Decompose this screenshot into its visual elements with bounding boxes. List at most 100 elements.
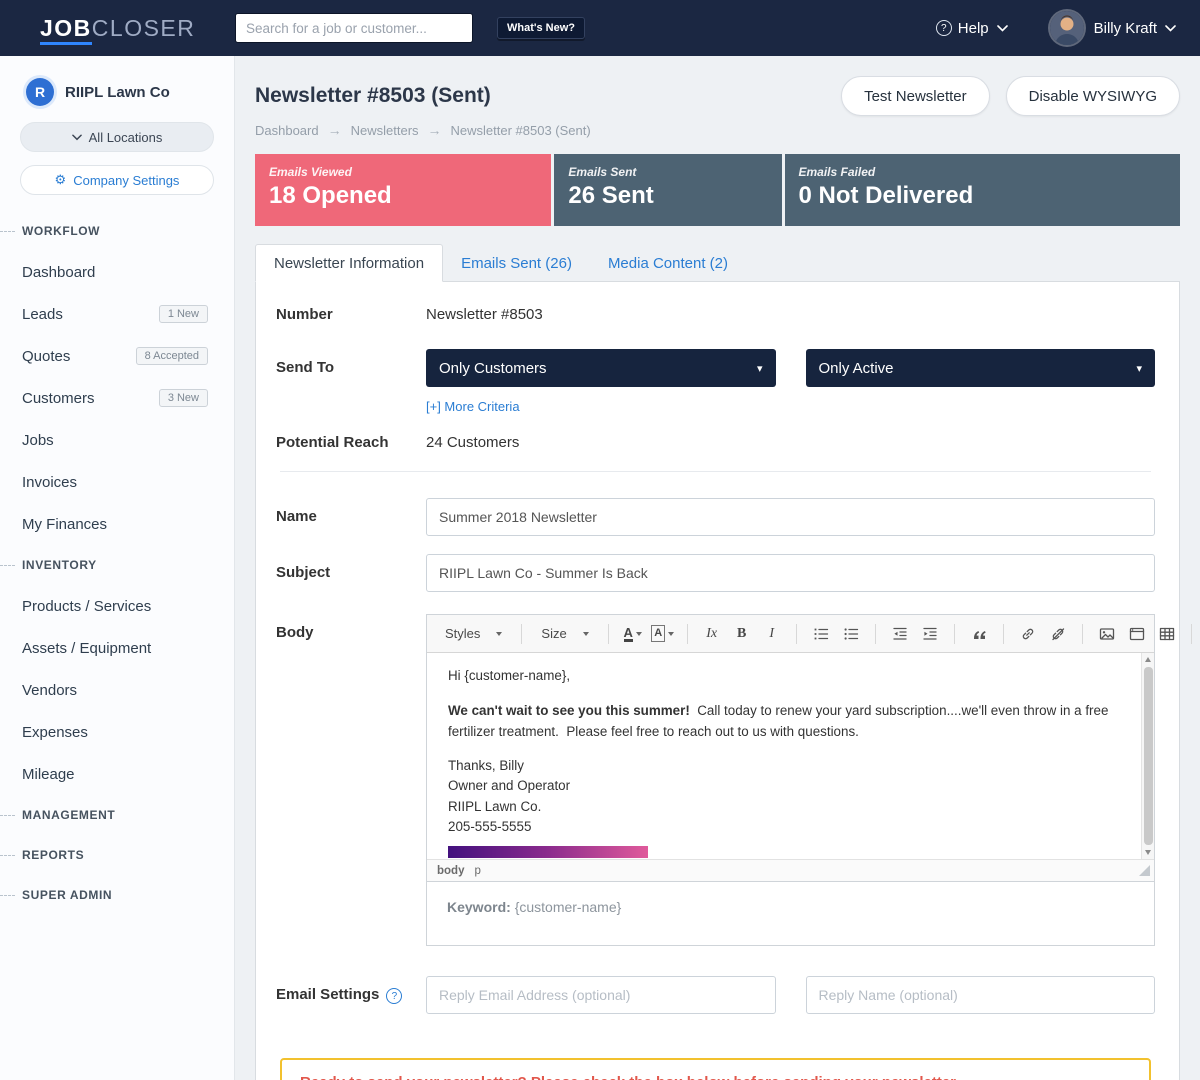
element-path: bodyp <box>437 865 491 877</box>
user-avatar[interactable] <box>1050 11 1084 45</box>
company-header[interactable]: R RIIPL Lawn Co <box>0 56 234 122</box>
tab-media-content[interactable]: Media Content (2) <box>590 245 746 281</box>
size-dropdown[interactable]: Size <box>531 626 598 641</box>
sidebar-item-products-services[interactable]: Products / Services <box>0 585 234 627</box>
newsletter-form-card: Number Newsletter #8503 Send To Only Cus… <box>255 281 1180 1080</box>
quotes-badge: 8 Accepted <box>136 347 208 365</box>
brand-wrap: JOBCLOSER <box>0 15 235 42</box>
bullet-list-button[interactable] <box>838 621 864 647</box>
unlink-button[interactable] <box>1045 621 1071 647</box>
send-warning-banner: Ready to send your newsletter? Please ch… <box>280 1058 1151 1080</box>
editor-content[interactable]: Hi {customer-name}, We can't wait to see… <box>427 653 1154 859</box>
sidebar-item-expenses[interactable]: Expenses <box>0 711 234 753</box>
breadcrumb-newsletters[interactable]: Newsletters <box>351 123 419 138</box>
stats-bar: Emails Viewed 18 Opened Emails Sent 26 S… <box>255 154 1180 226</box>
number-label: Number <box>276 306 426 323</box>
all-locations-dropdown[interactable]: All Locations <box>20 122 214 152</box>
chevron-down-icon <box>997 25 1008 32</box>
more-criteria-link[interactable]: [+] More Criteria <box>426 399 520 414</box>
editor-status-bar: bodyp <box>427 859 1154 881</box>
nav-section-management[interactable]: MANAGEMENT <box>0 795 234 835</box>
page-title: Newsletter #8503 (Sent) <box>255 84 491 108</box>
link-button[interactable] <box>1015 621 1041 647</box>
text-color-icon: A <box>624 626 633 642</box>
remove-format-button[interactable]: Ix <box>699 621 725 647</box>
sidebar-item-assets-equipment[interactable]: Assets / Equipment <box>0 627 234 669</box>
editor-greeting: Hi {customer-name}, <box>448 666 1124 687</box>
insert-image-button[interactable] <box>1094 621 1120 647</box>
path-p[interactable]: p <box>474 865 480 877</box>
user-name[interactable]: Billy Kraft <box>1094 20 1157 37</box>
sidebar-item-vendors[interactable]: Vendors <box>0 669 234 711</box>
italic-icon: I <box>769 626 774 642</box>
reply-name-input[interactable] <box>806 976 1156 1014</box>
reply-email-input[interactable] <box>426 976 776 1014</box>
test-newsletter-button[interactable]: Test Newsletter <box>841 76 990 116</box>
tab-emails-sent[interactable]: Emails Sent (26) <box>443 245 590 281</box>
text-color-button[interactable]: A <box>620 621 646 647</box>
sidebar-item-leads[interactable]: Leads1 New <box>0 293 234 335</box>
toolbar-separator <box>875 624 876 644</box>
background-color-icon: A <box>651 625 665 641</box>
background-color-button[interactable]: A <box>650 621 676 647</box>
sidebar-item-quotes[interactable]: Quotes8 Accepted <box>0 335 234 377</box>
newsletter-subject-input[interactable] <box>426 554 1155 592</box>
numbered-list-icon <box>813 626 829 642</box>
body-editor-wrap: Styles Size A <box>426 614 1155 946</box>
help-menu[interactable]: ? Help <box>936 20 1008 37</box>
topbar: JOBCLOSER What's New? ? Help Billy Kraft <box>0 0 1200 56</box>
send-to-status-select[interactable]: Only Active ▾ <box>806 349 1156 387</box>
scrollbar-thumb[interactable] <box>1144 667 1153 845</box>
all-locations-label: All Locations <box>89 130 163 145</box>
scroll-down-icon[interactable] <box>1142 846 1155 859</box>
chevron-down-icon <box>1165 25 1176 32</box>
numbered-list-button[interactable] <box>808 621 834 647</box>
signature-line: Owner and Operator <box>448 776 1124 796</box>
page-actions: Test Newsletter Disable WYSIWYG <box>841 76 1180 116</box>
bold-button[interactable]: B <box>729 621 755 647</box>
stat-value: 18 Opened <box>269 182 551 210</box>
help-label: Help <box>958 20 989 37</box>
decrease-indent-button[interactable] <box>887 621 913 647</box>
potential-reach-row: Potential Reach 24 Customers <box>276 434 1155 451</box>
scroll-up-icon[interactable] <box>1142 653 1155 666</box>
increase-indent-button[interactable] <box>917 621 943 647</box>
toolbar-separator <box>1191 624 1192 644</box>
blockquote-button[interactable] <box>966 621 992 647</box>
editor-scrollbar[interactable] <box>1141 653 1154 859</box>
sidebar-item-customers[interactable]: Customers3 New <box>0 377 234 419</box>
sidebar-item-dashboard[interactable]: Dashboard <box>0 251 234 293</box>
toolbar-separator <box>796 624 797 644</box>
italic-button[interactable]: I <box>759 621 785 647</box>
global-search-input[interactable] <box>235 13 473 43</box>
sidebar-item-invoices[interactable]: Invoices <box>0 461 234 503</box>
body-row: Body Styles Size <box>276 614 1155 946</box>
help-question-icon[interactable]: ? <box>386 988 402 1004</box>
sidebar-item-jobs[interactable]: Jobs <box>0 419 234 461</box>
sidebar-item-my-finances[interactable]: My Finances <box>0 503 234 545</box>
app-logo[interactable]: JOBCLOSER <box>40 15 195 45</box>
number-value: Newsletter #8503 <box>426 306 1155 323</box>
toolbar-separator <box>608 624 609 644</box>
resize-grip-icon[interactable] <box>1139 865 1150 876</box>
insert-table-button[interactable] <box>1154 621 1180 647</box>
name-row: Name <box>276 498 1155 536</box>
tab-newsletter-information[interactable]: Newsletter Information <box>255 244 443 282</box>
nav-section-super-admin[interactable]: SUPER ADMIN <box>0 875 234 915</box>
leads-badge: 1 New <box>159 305 208 323</box>
whats-new-button[interactable]: What's New? <box>497 17 585 39</box>
caret-down-icon <box>583 632 589 636</box>
path-body[interactable]: body <box>437 865 464 877</box>
send-to-select[interactable]: Only Customers ▾ <box>426 349 776 387</box>
breadcrumb-dashboard[interactable]: Dashboard <box>255 123 319 138</box>
company-settings-button[interactable]: ⚙ Company Settings <box>20 165 214 195</box>
customers-badge: 3 New <box>159 389 208 407</box>
insert-embed-button[interactable] <box>1124 621 1150 647</box>
styles-dropdown[interactable]: Styles <box>435 626 512 641</box>
name-label: Name <box>276 498 426 536</box>
nav-section-reports[interactable]: REPORTS <box>0 835 234 875</box>
disable-wysiwyg-button[interactable]: Disable WYSIWYG <box>1006 76 1180 116</box>
image-icon <box>1099 626 1115 642</box>
sidebar-item-mileage[interactable]: Mileage <box>0 753 234 795</box>
newsletter-name-input[interactable] <box>426 498 1155 536</box>
